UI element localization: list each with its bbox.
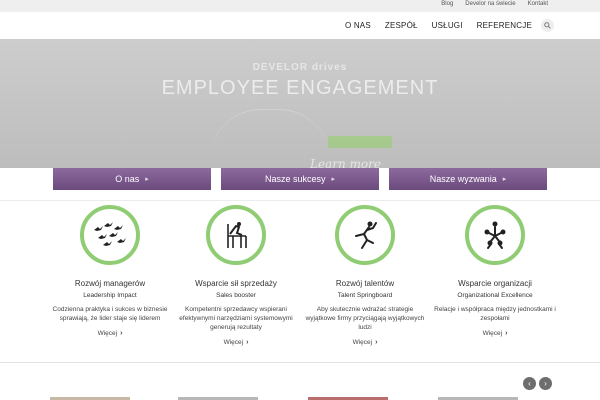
team-icon [484,221,506,249]
more-label: Więcej [352,339,373,346]
service-icon-ring [80,205,140,265]
service-card-organization: Wsparcie organizacji Organizational Exce… [430,205,560,337]
top-bar: Blog Develor na świecie Kontakt [0,0,600,12]
nav-item-services[interactable]: USŁUGI [432,21,463,30]
service-card-managers: Rozwój managerów Leadership Impact Codzi… [45,205,175,337]
hero-script-text: Learn more [310,157,381,168]
more-label: Więcej [223,339,244,346]
tab-challenges[interactable]: Nasze wyzwania ▸ [389,168,547,190]
service-card-sales: Wsparcie sił sprzedaży Sales booster Kom… [171,205,301,346]
service-title: Wsparcie organizacji [458,279,532,288]
service-icon-ring [335,205,395,265]
chevron-right-icon: › [120,330,123,337]
chair-icon [227,222,247,248]
chevron-right-icon: › [505,330,508,337]
divider [0,362,600,363]
chevron-right-icon: › [544,379,547,388]
more-label: Więcej [97,330,118,337]
chevron-right-icon: ▸ [502,176,507,183]
search-button[interactable] [541,19,554,32]
service-subtitle: Leadership Impact [83,292,137,299]
birds-icon [94,222,126,246]
chevron-right-icon: ▸ [331,176,336,183]
service-icon-ring [206,205,266,265]
nav-item-references[interactable]: REFERENCJE [477,21,532,30]
jumper-icon [355,221,377,249]
tab-label: O nas [115,174,140,184]
carousel-next-button[interactable]: › [539,377,552,390]
service-title: Rozwój talentów [335,279,395,288]
hero-cta-button[interactable] [328,136,392,148]
top-links: Blog Develor na świecie Kontakt [441,1,548,7]
service-icon-ring [465,205,525,265]
more-link[interactable]: Więcej › [430,330,560,337]
hero-title: EMPLOYEE ENGAGEMENT [161,77,439,99]
more-link[interactable]: Więcej › [300,339,430,346]
more-label: Więcej [482,330,503,337]
service-description: Codzienna praktyka i sukces w biznesie s… [52,306,168,322]
service-card-talents: Rozwój talentów Talent Springboard Aby s… [300,205,430,346]
tab-label: Nasze sukcesy [264,174,326,184]
divider [0,200,600,201]
service-description: Relacje i współpraca między jednostkami … [434,306,556,322]
top-link-develor-world[interactable]: Develor na świecie [465,1,515,7]
top-link-contact[interactable]: Kontakt [528,1,548,7]
main-navigation: O NAS ZESPÓŁ USŁUGI REFERENCJE [0,12,600,40]
service-subtitle: Sales booster [216,292,256,299]
hero-decoration [210,109,330,160]
top-link-blog[interactable]: Blog [441,1,453,7]
nav-item-team[interactable]: ZESPÓŁ [385,21,418,30]
service-description: Aby skutecznie wdrażać strategie wyjątko… [305,306,425,331]
service-subtitle: Organizational Excellence [457,292,533,299]
chevron-right-icon: ▸ [145,176,149,183]
hero-banner: DEVELOR drives EMPLOYEE ENGAGEMENT Learn… [0,39,600,168]
service-description: Kompetentni sprzedawcy wspierani efektyw… [179,306,293,331]
chevron-right-icon: › [375,339,378,346]
more-link[interactable]: Więcej › [45,330,175,337]
section-tabs: O nas ▸ Nasze sukcesy ▸ Nasze wyzwania ▸ [53,168,547,190]
hero-brand: DEVELOR drives [252,62,348,73]
nav-item-about[interactable]: O NAS [345,21,371,30]
service-subtitle: Talent Springboard [337,292,393,299]
chevron-right-icon: › [246,339,249,346]
service-title: Wsparcie sił sprzedaży [195,279,277,288]
more-link[interactable]: Więcej › [171,339,301,346]
search-icon [544,22,551,29]
chevron-left-icon: ‹ [528,379,531,388]
tab-label: Nasze wyzwania [429,174,497,184]
service-title: Rozwój managerów [74,279,146,288]
tab-successes[interactable]: Nasze sukcesy ▸ [221,168,379,190]
carousel-prev-button[interactable]: ‹ [523,377,536,390]
tab-about[interactable]: O nas ▸ [53,168,211,190]
